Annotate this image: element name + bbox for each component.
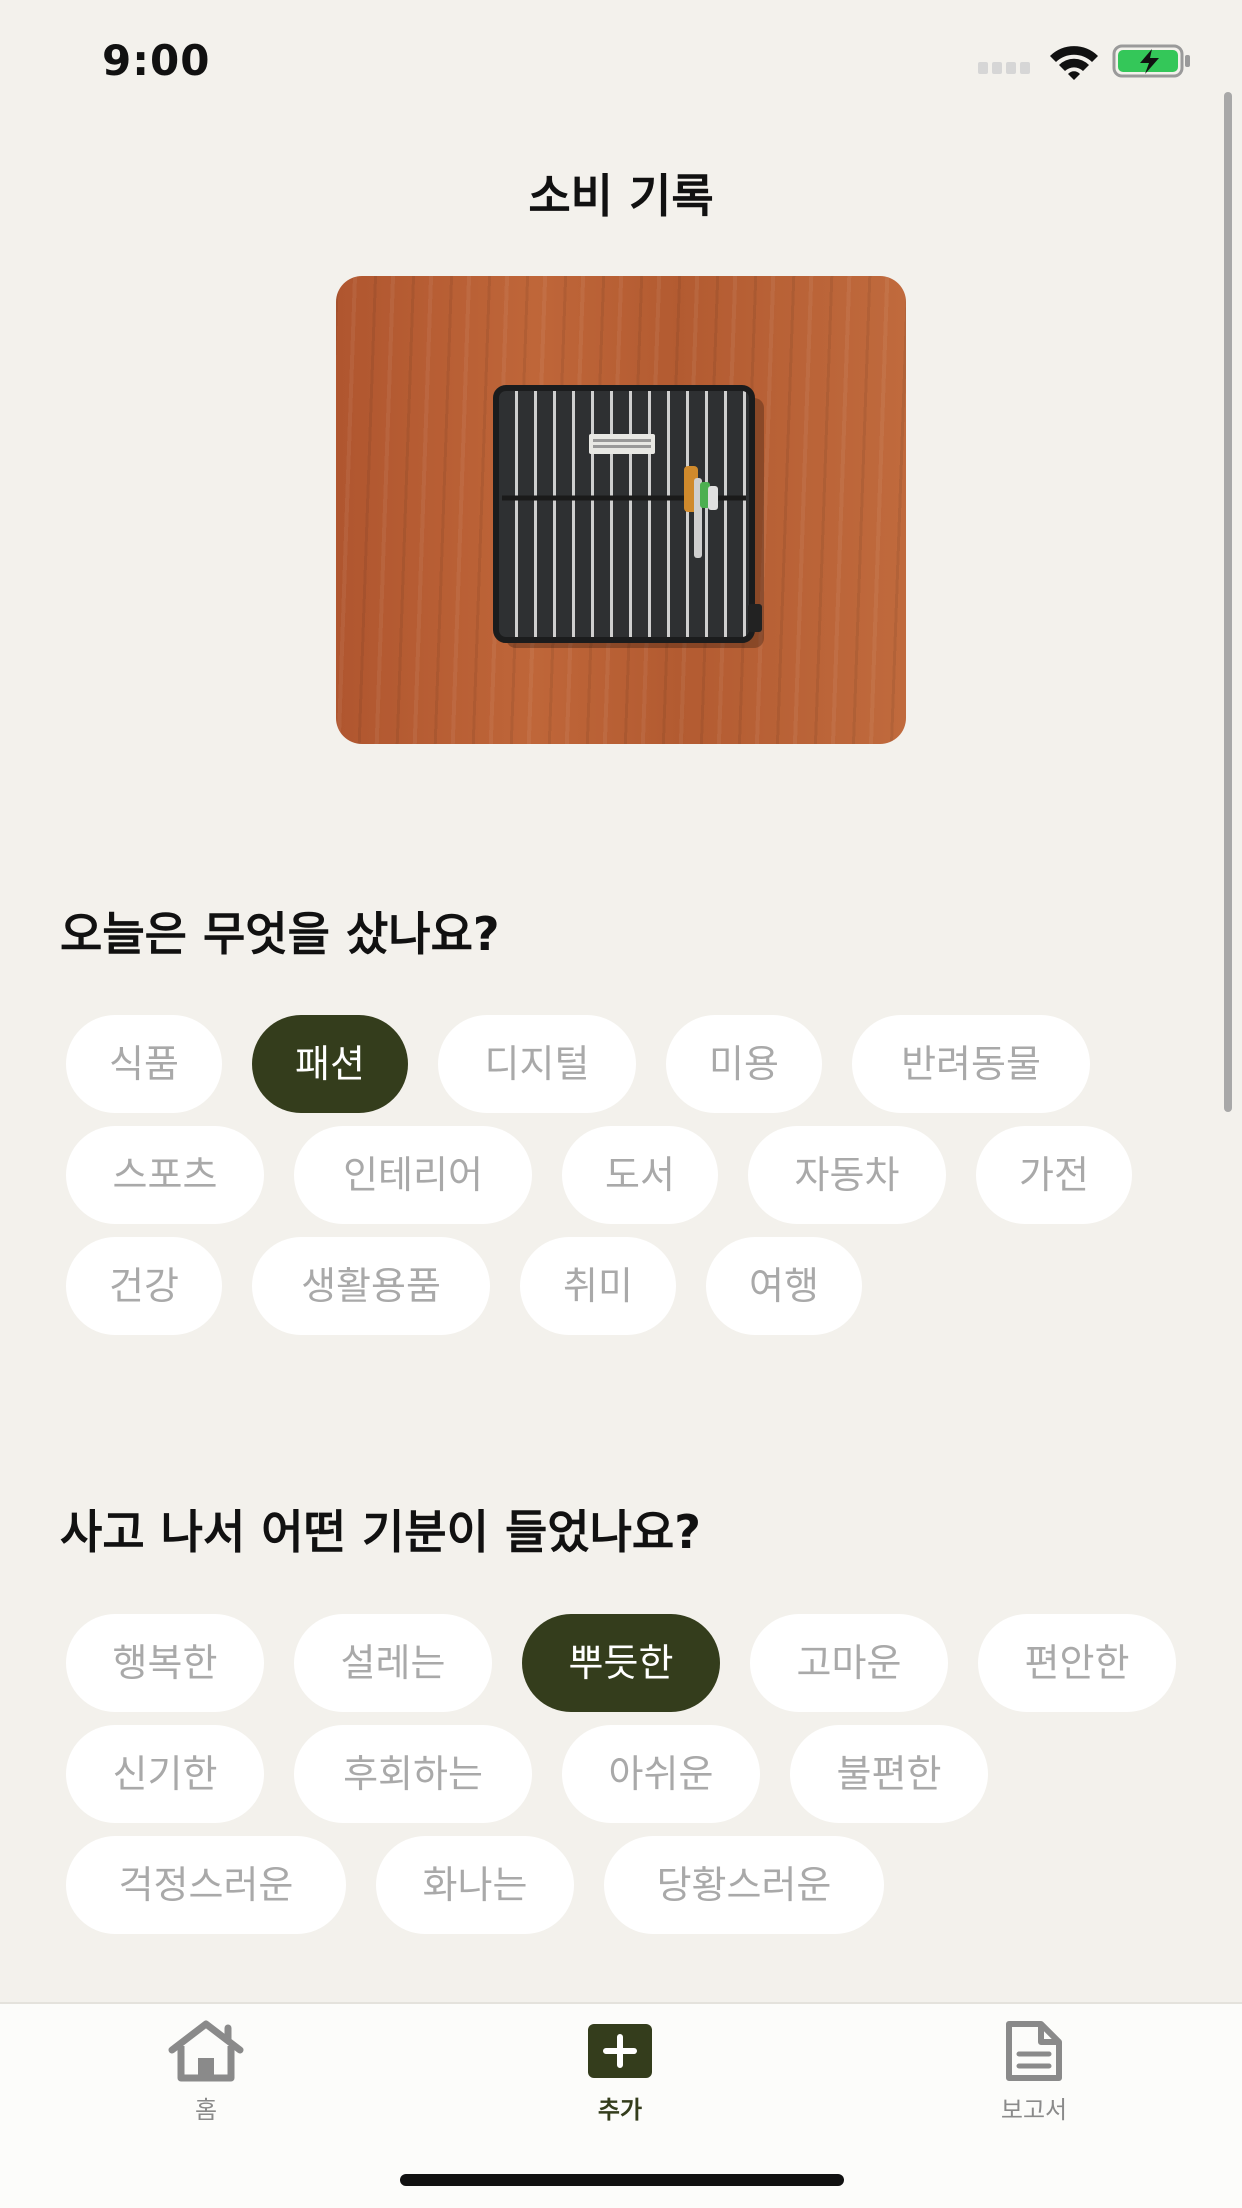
product-photo[interactable] xyxy=(336,276,906,744)
mood-chip-angry[interactable]: 화나는 xyxy=(376,1836,574,1934)
category-chip-pets[interactable]: 반려동물 xyxy=(852,1015,1090,1113)
plus-icon xyxy=(588,2024,652,2078)
mood-chip-embarrassed[interactable]: 당황스러운 xyxy=(604,1836,884,1934)
category-chip-travel[interactable]: 여행 xyxy=(706,1237,862,1335)
category-chip-beauty[interactable]: 미용 xyxy=(666,1015,822,1113)
wifi-icon xyxy=(1050,46,1098,80)
category-chip-interior[interactable]: 인테리어 xyxy=(294,1126,532,1224)
category-chip-food[interactable]: 식품 xyxy=(66,1015,222,1113)
mood-chip-excited[interactable]: 설레는 xyxy=(294,1614,492,1712)
category-chip-health[interactable]: 건강 xyxy=(66,1237,222,1335)
mood-question: 사고 나서 어떤 기분이 들었나요? xyxy=(60,1505,701,1559)
tab-home-label: 홈 xyxy=(194,2096,218,2124)
cellular-signal-icon xyxy=(978,62,1034,74)
tab-add[interactable]: 추가 xyxy=(530,2020,710,2140)
screen: 9:00 소비 기록 오늘은 무엇을 샀나요? 식품 패션 디지털 미용 반려동… xyxy=(0,0,1242,2208)
category-chip-digital[interactable]: 디지털 xyxy=(438,1015,636,1113)
pencil-case-image xyxy=(493,385,764,648)
mood-chip-comfortable[interactable]: 편안한 xyxy=(978,1614,1176,1712)
category-chip-household[interactable]: 생활용품 xyxy=(252,1237,490,1335)
mood-chip-worried[interactable]: 걱정스러운 xyxy=(66,1836,346,1934)
mood-chip-happy[interactable]: 행복한 xyxy=(66,1614,264,1712)
tab-report-label: 보고서 xyxy=(1000,2096,1068,2124)
category-question: 오늘은 무엇을 샀나요? xyxy=(60,907,500,961)
mood-chip-uncomfortable[interactable]: 불편한 xyxy=(790,1725,988,1823)
mood-chip-disappointed[interactable]: 아쉬운 xyxy=(562,1725,760,1823)
category-chip-books[interactable]: 도서 xyxy=(562,1126,718,1224)
page-title: 소비 기록 xyxy=(528,169,714,223)
scrollbar[interactable] xyxy=(1224,92,1232,1112)
category-chip-sports[interactable]: 스포츠 xyxy=(66,1126,264,1224)
mood-chip-grateful[interactable]: 고마운 xyxy=(750,1614,948,1712)
category-chip-car[interactable]: 자동차 xyxy=(748,1126,946,1224)
tab-report[interactable]: 보고서 xyxy=(944,2020,1124,2140)
tab-add-label: 추가 xyxy=(597,2096,643,2124)
home-icon xyxy=(168,2020,244,2082)
tab-home[interactable]: 홈 xyxy=(116,2020,296,2140)
home-indicator[interactable] xyxy=(400,2174,844,2186)
category-chip-appliances[interactable]: 가전 xyxy=(976,1126,1132,1224)
mood-chip-amazed[interactable]: 신기한 xyxy=(66,1725,264,1823)
mood-chip-proud[interactable]: 뿌듯한 xyxy=(522,1614,720,1712)
status-time: 9:00 xyxy=(102,36,211,85)
status-bar: 9:00 xyxy=(0,0,1242,120)
mood-chip-regretful[interactable]: 후회하는 xyxy=(294,1725,532,1823)
battery-charging-icon xyxy=(1112,44,1190,78)
category-chip-fashion[interactable]: 패션 xyxy=(252,1015,408,1113)
document-icon xyxy=(1006,2021,1062,2081)
category-chip-hobby[interactable]: 취미 xyxy=(520,1237,676,1335)
